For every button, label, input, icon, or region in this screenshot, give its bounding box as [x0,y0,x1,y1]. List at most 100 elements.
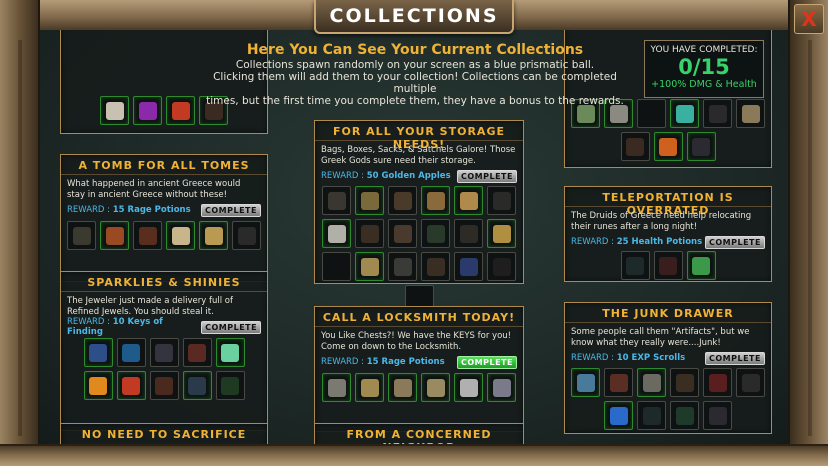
item-slots [565,365,771,433]
blue-feather-icon [83,338,113,367]
green-orb-icon [215,371,245,400]
gold-sack-icon [487,219,516,248]
dark-box-icon [454,219,483,248]
green-sack-icon [421,219,450,248]
prism-gem-icon [215,338,245,367]
frame-bottom [0,444,828,466]
collection-reward: REWARD : 50 Golden Apples [321,171,451,181]
collection-title: SPARKLIES & SHINIES [61,272,267,292]
frame-right-pillar [788,0,828,466]
red-stone-icon [182,338,212,367]
completion-counter: YOU HAVE COMPLETED: 0/15 +100% DMG & Hea… [644,40,764,98]
page-title: Here You Can See Your Current Collection… [246,42,584,58]
red-orb-icon [116,371,146,400]
collection-reward: REWARD : 25 Health Potions [571,237,703,247]
brown-orb-icon [149,371,179,400]
wood-disk-icon [604,368,633,397]
complete-button[interactable]: COMPLETE [705,351,765,365]
black-gem-icon [182,371,212,400]
red-chest-icon [703,368,732,397]
close-icon: X [801,7,817,31]
skull-icon [100,96,129,125]
collection-card: FROM A CONCERNED NEIGHBOR [314,423,524,444]
item-slots [565,249,771,284]
gear-key-icon [421,373,450,402]
cloth-bag-icon [388,252,417,281]
empty-icon [637,99,666,128]
helmet-icon [637,368,666,397]
gold-bag-icon [454,186,483,215]
dark-rune-icon [620,251,650,280]
dark-shard-icon [637,401,666,430]
dark-bag-icon [487,186,516,215]
collection-card: SPARKLIES & SHINIES The Jeweler just mad… [60,271,268,431]
item-slots [315,369,523,406]
vest-icon [736,99,765,128]
black-book-icon [232,221,261,250]
complete-button[interactable]: COMPLETE [201,203,261,217]
collection-description: You Like Chests?! We have the KEYS for y… [321,331,512,352]
item-slots [315,183,523,317]
collection-card: A TOMB FOR ALL TOMES What happened in an… [60,154,268,282]
close-button[interactable]: X [794,4,824,34]
chest-icon [670,368,699,397]
complete-button[interactable]: COMPLETE [705,235,765,249]
brown-box-icon [388,219,417,248]
collection-description: What happened in ancient Greece would st… [67,179,241,200]
completion-bonus: +100% DMG & Health [651,79,757,90]
blue-sword-icon [604,401,633,430]
completion-count: 0/15 [678,55,730,79]
brown-book-icon [133,221,162,250]
dark-book-icon [67,221,96,250]
collection-title: THE JUNK DRAWER [565,303,771,323]
green-rune-icon [686,251,716,280]
wings-icon [670,99,699,128]
complete-button[interactable]: COMPLETE [201,320,261,334]
window-title: COLLECTIONS [329,5,499,27]
collection-title: TELEPORTATION IS OVERRATED [565,187,771,217]
dark-armor-icon [703,99,732,128]
crate-icon [355,219,384,248]
collection-reward: REWARD : 15 Rage Potions [321,357,445,367]
item-slots [61,217,267,254]
black-pot-icon [487,252,516,281]
silver-key-icon [454,373,483,402]
collection-reward: REWARD : 15 Rage Potions [67,205,191,215]
dark-chest-icon [736,368,765,397]
horn-bag-icon [421,186,450,215]
blue-gem-icon [116,338,146,367]
collection-title: CALL A LOCKSMITH TODAY! [315,307,523,327]
collection-card: CALL A LOCKSMITH TODAY! You Like Chests?… [314,306,524,432]
satchel-icon [355,186,384,215]
open-book-icon [166,221,195,250]
complete-button[interactable]: COMPLETE [457,169,517,183]
window-title-plate: COLLECTIONS [314,0,514,34]
collection-card: NO NEED TO SACRIFICE [60,423,268,444]
fire-gem-icon [83,371,113,400]
collection-title: NO NEED TO SACRIFICE [81,428,247,441]
plate-icon [571,368,600,397]
gold-crate-icon [355,252,384,281]
collection-card: FOR ALL YOUR STORAGE NEEDS! Bags, Boxes,… [314,120,524,314]
dark-tablet-icon [703,401,732,430]
collection-title: FROM A CONCERNED NEIGHBOR [346,428,492,444]
collection-title: A TOMB FOR ALL TOMES [61,155,267,175]
blue-bag-icon [454,252,483,281]
collection-reward: REWARD : 10 Keys of Finding [67,317,163,337]
frame-left-pillar [0,0,40,466]
shovel-icon [322,373,351,402]
completion-label: YOU HAVE COMPLETED: [650,45,758,55]
red-book-icon [100,221,129,250]
collection-title: FOR ALL YOUR STORAGE NEEDS! [315,121,523,151]
lock-key-icon [487,373,516,402]
scroll-book-icon [199,221,228,250]
sack-icon [322,186,351,215]
red-rune-icon [653,251,683,280]
pack-icon [388,186,417,215]
collection-description: The Jeweler just made a delivery full of… [67,296,233,317]
ring-key-icon [355,373,384,402]
green-shard-icon [670,401,699,430]
page-description: Collections spawn randomly on your scree… [206,59,624,107]
complete-button-active[interactable]: COMPLETE [457,355,517,369]
boots-icon [620,132,650,161]
